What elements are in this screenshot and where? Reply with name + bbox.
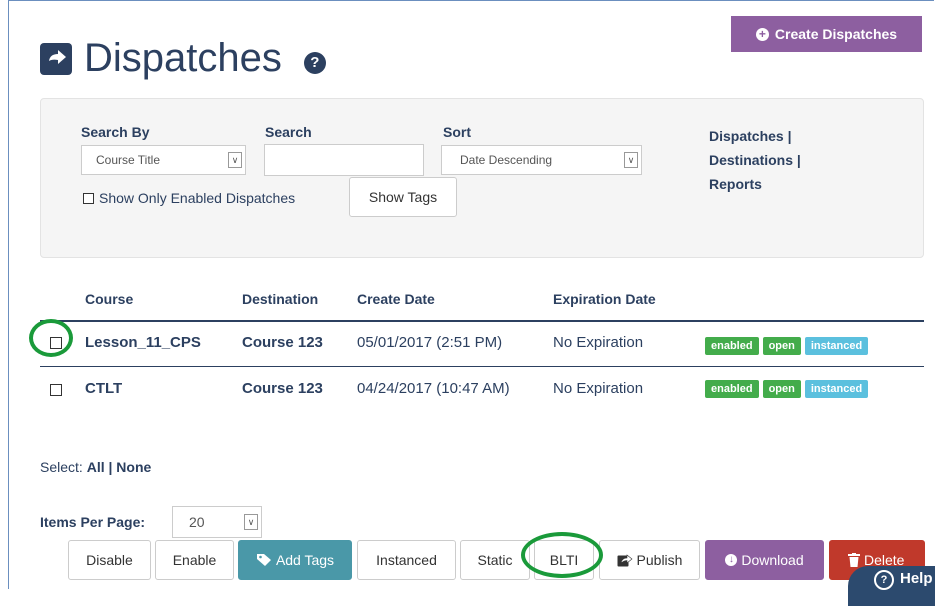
row-create-date: 05/01/2017 (2:51 PM) [357, 334, 503, 351]
reports-link[interactable]: Reports [709, 172, 801, 196]
status-badge-instanced: instanced [804, 380, 869, 398]
disable-button[interactable]: Disable [68, 540, 151, 580]
filter-panel: Search By Course Title ∨ Search Sort Dat… [40, 98, 924, 258]
row-expiration: No Expiration [553, 334, 644, 351]
section-nav: Dispatches | Destinations | Reports [709, 124, 801, 196]
status-badge-instanced: instanced [804, 337, 869, 355]
help-circle-icon[interactable]: ? [303, 51, 326, 74]
select-separator: | [108, 459, 113, 475]
column-header-course[interactable]: Course [85, 291, 133, 307]
search-by-label: Search By [81, 124, 150, 140]
page-frame [8, 0, 934, 589]
sort-label: Sort [443, 124, 471, 140]
chevron-down-icon: ∨ [624, 152, 638, 168]
column-header-destination[interactable]: Destination [242, 291, 318, 307]
row-course[interactable]: CTLT [85, 380, 122, 397]
row-course[interactable]: Lesson_11_CPS [85, 334, 201, 351]
show-only-enabled[interactable]: Show Only Enabled Dispatches [83, 190, 295, 206]
row-create-date: 04/24/2017 (10:47 AM) [357, 380, 510, 397]
chevron-down-icon: ∨ [244, 514, 258, 530]
row-divider [40, 366, 924, 367]
row-expiration: No Expiration [553, 380, 644, 397]
create-dispatches-label: Create Dispatches [774, 26, 898, 42]
enable-button[interactable]: Enable [155, 540, 234, 580]
row-status-badges: enabled open instanced [705, 380, 869, 398]
show-only-enabled-checkbox[interactable] [83, 192, 94, 204]
plus-circle-icon: + [755, 27, 769, 41]
search-by-value: Course Title [96, 153, 161, 167]
trash-icon [848, 553, 860, 567]
column-header-create-date[interactable]: Create Date [357, 291, 435, 307]
share-icon [40, 42, 72, 75]
column-header-expiration-date[interactable]: Expiration Date [553, 291, 656, 307]
sort-value: Date Descending [460, 153, 553, 167]
status-badge-enabled: enabled [705, 337, 759, 355]
download-icon: ↓ [725, 554, 738, 566]
help-tab-label: Help [900, 570, 933, 587]
row-checkbox[interactable] [50, 384, 62, 396]
items-per-page-label: Items Per Page: [40, 514, 146, 530]
row-destination[interactable]: Course 123 [242, 334, 323, 351]
help-circle-icon: ? [874, 570, 894, 590]
status-badge-open: open [762, 337, 801, 355]
search-input[interactable] [264, 144, 424, 176]
add-tags-button[interactable]: Add Tags [238, 540, 352, 580]
sort-select[interactable]: Date Descending ∨ [441, 145, 642, 175]
items-per-page-select[interactable]: 20 ∨ [172, 506, 262, 538]
publish-icon [617, 553, 633, 566]
select-all-link[interactable]: All [87, 459, 105, 475]
status-badge-enabled: enabled [705, 380, 759, 398]
status-badge-open: open [762, 380, 801, 398]
page-title: Dispatches [84, 36, 282, 80]
create-dispatches-button[interactable]: + Create Dispatches [731, 16, 922, 52]
row-status-badges: enabled open instanced [705, 337, 869, 355]
show-tags-button[interactable]: Show Tags [349, 177, 457, 217]
tag-icon [256, 554, 271, 566]
row-destination[interactable]: Course 123 [242, 380, 323, 397]
add-tags-label: Add Tags [275, 552, 335, 568]
select-all-none: Select: All | None [40, 459, 151, 475]
download-button[interactable]: ↓ Download [705, 540, 824, 580]
select-none-link[interactable]: None [116, 459, 151, 475]
page-header: Dispatches ? [40, 36, 326, 81]
help-widget-tab[interactable]: ? Help [848, 566, 935, 606]
dispatches-link[interactable]: Dispatches | [709, 124, 801, 148]
publish-button[interactable]: Publish [599, 540, 700, 580]
publish-label: Publish [636, 552, 683, 568]
show-only-enabled-label: Show Only Enabled Dispatches [99, 190, 296, 206]
instanced-button[interactable]: Instanced [357, 540, 456, 580]
download-label: Download [741, 552, 804, 568]
table-header-divider [40, 320, 924, 322]
search-label: Search [265, 124, 312, 140]
static-button[interactable]: Static [460, 540, 530, 580]
search-by-select[interactable]: Course Title ∨ [81, 145, 246, 175]
items-per-page-value: 20 [189, 514, 205, 530]
annotation-circle [521, 532, 603, 578]
chevron-down-icon: ∨ [228, 152, 242, 168]
destinations-link[interactable]: Destinations | [709, 148, 801, 172]
annotation-circle [29, 319, 73, 357]
select-prefix: Select: [40, 459, 83, 475]
